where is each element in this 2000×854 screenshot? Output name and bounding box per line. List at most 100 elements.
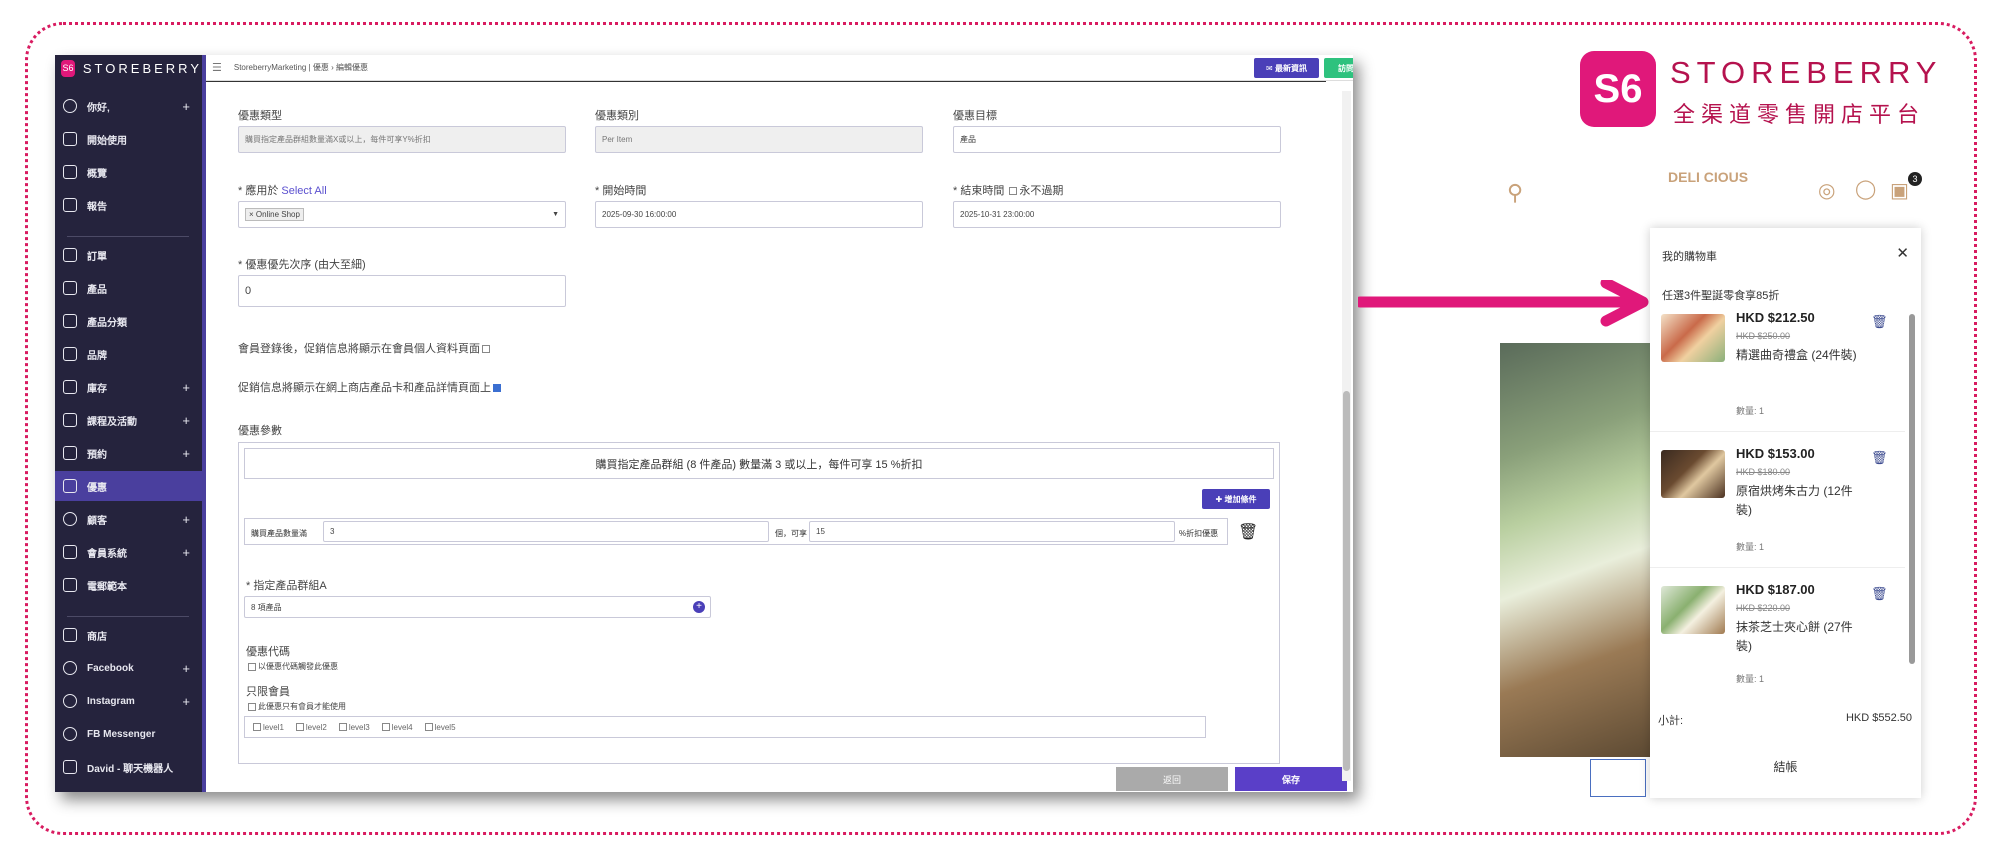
sidebar-item[interactable]: 商店 bbox=[55, 620, 202, 650]
expand-icon[interactable]: + bbox=[182, 446, 190, 461]
sidebar-item[interactable]: Instagram + bbox=[55, 686, 202, 716]
nav-icon bbox=[63, 628, 77, 642]
nav-icon bbox=[63, 545, 77, 559]
sidebar-item[interactable]: 課程及活動 + bbox=[55, 405, 202, 435]
sidebar-item-label: 訂單 bbox=[87, 251, 107, 263]
search-icon[interactable]: ⚲ bbox=[1507, 180, 1523, 206]
cart-drawer: 我的購物車 ✕ 任選3件聖誕零食享85折 HKD $212.50 HKD $25… bbox=[1650, 228, 1921, 798]
never-expire-checkbox[interactable] bbox=[1009, 187, 1018, 196]
nav-icon bbox=[63, 347, 77, 361]
trash-icon[interactable]: 🗑 bbox=[1871, 314, 1888, 330]
user-icon[interactable]: ◯ bbox=[1855, 178, 1876, 201]
sidebar-item[interactable]: 優惠 bbox=[55, 471, 202, 501]
level-option[interactable]: level3 bbox=[337, 723, 370, 732]
save-button[interactable]: 保存 bbox=[1235, 767, 1347, 791]
item-name: 原宿烘烤朱古力 (12件裝) bbox=[1736, 484, 1853, 517]
qty-input[interactable]: 3 bbox=[323, 521, 769, 542]
sidebar-item[interactable]: FB Messenger bbox=[55, 719, 202, 749]
end-time-field[interactable]: 2025-10-31 23:00:00 bbox=[953, 201, 1281, 228]
online-shop-tag[interactable]: × Online Shop bbox=[245, 208, 304, 221]
type-label: 優惠類型 bbox=[238, 110, 282, 122]
nav-icon bbox=[63, 248, 77, 262]
level-option[interactable]: level5 bbox=[423, 723, 456, 732]
sidebar-item[interactable]: 概覽 bbox=[55, 157, 202, 187]
checkout-button[interactable]: 結帳 bbox=[1650, 758, 1921, 775]
sidebar-divider bbox=[67, 616, 189, 617]
trash-icon[interactable]: 🗑 bbox=[1871, 450, 1888, 466]
category-field[interactable]: Per Item bbox=[595, 126, 923, 153]
cart-scrollbar[interactable] bbox=[1908, 288, 1916, 688]
delete-condition-icon[interactable]: 🗑 bbox=[1238, 522, 1258, 542]
sidebar-item[interactable]: 訂單 bbox=[55, 240, 202, 270]
code-checkbox[interactable] bbox=[248, 662, 256, 671]
menu-toggle-icon[interactable]: ☰ bbox=[212, 61, 222, 74]
percent-input[interactable]: 15 bbox=[809, 521, 1175, 542]
expand-icon[interactable]: + bbox=[182, 99, 190, 114]
sidebar-item[interactable]: 報告 bbox=[55, 190, 202, 220]
thumbnail[interactable] bbox=[1590, 759, 1646, 797]
sidebar-item-label: 會員系統 bbox=[87, 548, 127, 560]
sidebar-item[interactable]: 顧客 + bbox=[55, 504, 202, 534]
expand-icon[interactable]: + bbox=[182, 380, 190, 395]
level-option[interactable]: level1 bbox=[251, 723, 284, 732]
subtotal-value: HKD $552.50 bbox=[1845, 712, 1912, 724]
item-qty: 數量: 1 bbox=[1736, 674, 1765, 684]
sidebar-item[interactable]: 你好, + bbox=[55, 91, 202, 121]
brand-name: STOREBERRY bbox=[82, 60, 202, 76]
globe-icon[interactable]: ◎ bbox=[1818, 178, 1835, 203]
sidebar-item[interactable]: 預約 + bbox=[55, 438, 202, 468]
priority-label: * 優惠優先次序 (由大至細) bbox=[238, 259, 366, 271]
level-option[interactable]: level2 bbox=[294, 723, 327, 732]
sidebar-item-label: 概覽 bbox=[87, 168, 107, 180]
qty-suffix: 個，可享 bbox=[775, 529, 807, 538]
members-only-checkbox[interactable] bbox=[248, 702, 256, 711]
sidebar-item-label: David - 聊天機器人 bbox=[87, 763, 174, 775]
type-field[interactable]: 購買指定產品群組數量滿X或以上，每件可享Y%折扣 bbox=[238, 126, 566, 153]
product-group-field[interactable]: 8 項產品 bbox=[244, 596, 711, 618]
news-button[interactable]: ✉ 最新資訊 bbox=[1254, 58, 1319, 78]
sidebar-item[interactable]: 產品分類 bbox=[55, 306, 202, 336]
nav-icon bbox=[63, 380, 77, 394]
sidebar-item[interactable]: Facebook + bbox=[55, 653, 202, 683]
expand-icon[interactable]: + bbox=[182, 661, 190, 676]
nav-icon bbox=[63, 479, 77, 493]
target-label: 優惠目標 bbox=[953, 110, 997, 122]
cart-icon[interactable]: ▣ bbox=[1890, 178, 1909, 203]
target-field[interactable]: 產品 bbox=[953, 126, 1281, 153]
item-price: HKD $212.50 bbox=[1736, 310, 1815, 325]
member-display-checkbox[interactable] bbox=[482, 345, 490, 354]
item-thumbnail bbox=[1661, 450, 1725, 498]
priority-field[interactable]: 0 bbox=[238, 275, 566, 307]
add-group-icon[interactable]: + bbox=[693, 601, 705, 613]
sidebar-item-label: 產品 bbox=[87, 284, 107, 296]
sidebar-item[interactable]: 電郵範本 bbox=[55, 570, 202, 600]
item-qty: 數量: 1 bbox=[1736, 542, 1765, 552]
apply-select[interactable]: × Online Shop ▼ bbox=[238, 201, 566, 228]
sidebar-item[interactable]: David - 聊天機器人 bbox=[55, 752, 202, 782]
delicious-logo[interactable]: DELI CIOUS bbox=[1668, 170, 1754, 220]
content-scrollbar[interactable] bbox=[1342, 91, 1351, 781]
back-button[interactable]: 返回 bbox=[1116, 767, 1228, 791]
start-time-field[interactable]: 2025-09-30 16:00:00 bbox=[595, 201, 923, 228]
expand-icon[interactable]: + bbox=[182, 545, 190, 560]
sidebar-item[interactable]: 庫存 + bbox=[55, 372, 202, 402]
storeberry-title: STOREBERRY bbox=[1670, 55, 1943, 90]
expand-icon[interactable]: + bbox=[182, 512, 190, 527]
group-label: * 指定產品群組A bbox=[246, 580, 327, 592]
add-condition-button[interactable]: ✚ 增加條件 bbox=[1202, 489, 1270, 509]
product-display-checkbox[interactable] bbox=[493, 384, 501, 393]
select-all-link[interactable]: Select All bbox=[281, 185, 326, 197]
close-icon[interactable]: ✕ bbox=[1896, 244, 1909, 262]
expand-icon[interactable]: + bbox=[182, 694, 190, 709]
sidebar-item[interactable]: 品牌 bbox=[55, 339, 202, 369]
sidebar-item[interactable]: 開始使用 bbox=[55, 124, 202, 154]
sidebar-item[interactable]: 會員系統 + bbox=[55, 537, 202, 567]
visit-store-button[interactable]: 訪問您的商店 bbox=[1324, 58, 1353, 78]
level-option[interactable]: level4 bbox=[380, 723, 413, 732]
sidebar-item[interactable]: 產品 bbox=[55, 273, 202, 303]
expand-icon[interactable]: + bbox=[182, 413, 190, 428]
sidebar-item-label: 庫存 bbox=[87, 383, 107, 395]
trash-icon[interactable]: 🗑 bbox=[1871, 586, 1888, 602]
sidebar-item-label: 產品分類 bbox=[87, 317, 127, 329]
item-old-price: HKD $250.00 bbox=[1736, 331, 1791, 341]
